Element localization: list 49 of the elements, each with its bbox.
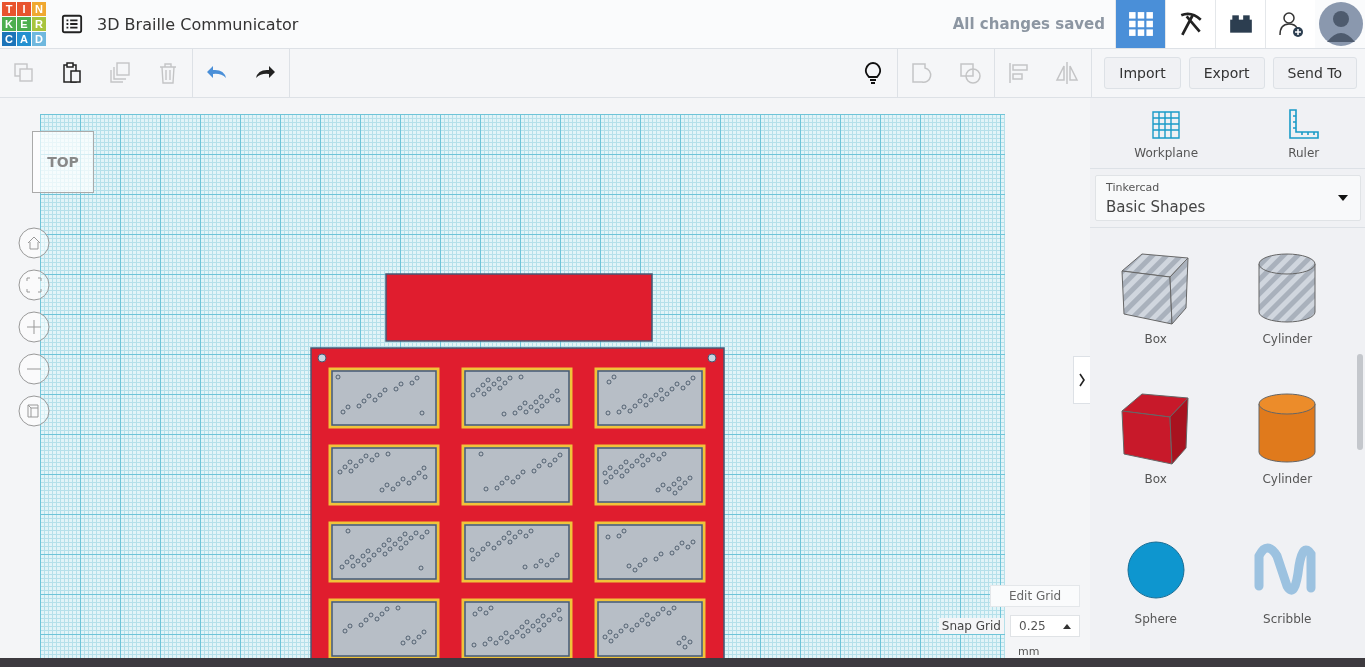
logo-tile: T	[2, 2, 16, 16]
perspective-icon[interactable]	[18, 395, 50, 427]
library-source: Tinkercad	[1106, 180, 1161, 194]
grid-icon	[1127, 11, 1154, 37]
ruler-icon	[1286, 108, 1321, 142]
workplane-grid[interactable]	[40, 114, 1005, 658]
shape-item[interactable]: Scribble	[1221, 522, 1353, 658]
library-select[interactable]: Tinkercad Basic Shapes	[1095, 175, 1361, 221]
caret-icon	[1063, 623, 1071, 629]
logo-tile: K	[2, 17, 16, 31]
collapse-panel-button[interactable]	[1073, 356, 1090, 404]
fit-view-icon[interactable]	[18, 269, 50, 301]
braille-board-drawing[interactable]	[310, 272, 726, 658]
workplane-tool[interactable]: Workplane	[1134, 108, 1198, 160]
zoom-out-icon[interactable]	[18, 353, 50, 385]
dropdown-caret-icon	[1338, 195, 1348, 201]
edit-grid-button[interactable]: Edit Grid	[990, 585, 1080, 607]
snap-unit: mm	[1017, 645, 1041, 658]
action-button[interactable]: Import	[1104, 57, 1181, 89]
logo-tile: C	[2, 32, 16, 46]
home-icon[interactable]	[18, 227, 50, 259]
snap-grid-select[interactable]: 0.25	[1010, 615, 1080, 637]
logo-tile: N	[32, 2, 46, 16]
view-button[interactable]	[1215, 0, 1265, 48]
chevron-icon	[1078, 372, 1086, 388]
action-button[interactable]: Send To	[1272, 57, 1357, 89]
logo-tile: D	[32, 32, 46, 46]
list-icon[interactable]	[61, 13, 83, 35]
snap-grid-label: Snap Grid	[938, 618, 1004, 634]
snap-value: 0.25	[1019, 619, 1046, 633]
add-user-icon[interactable]	[1277, 11, 1304, 37]
logo-tile: I	[17, 2, 31, 16]
zoom-in-icon[interactable]	[18, 311, 50, 343]
shape-item[interactable]: Box	[1090, 382, 1222, 518]
shape-item[interactable]: Sphere	[1090, 522, 1222, 658]
action-button[interactable]: Export	[1188, 57, 1265, 89]
paste-icon[interactable]	[60, 61, 84, 85]
project-title[interactable]: 3D Braille Communicator	[97, 14, 299, 34]
logo-tile: E	[17, 17, 31, 31]
shape-item[interactable]: Cylinder	[1221, 242, 1353, 378]
library-category: Basic Shapes	[1106, 197, 1207, 216]
save-status: All changes saved	[952, 15, 1105, 33]
logo-tile: A	[17, 32, 31, 46]
shape-item[interactable]: Cylinder	[1221, 382, 1353, 518]
logo-tile: R	[32, 17, 46, 31]
avatar-icon[interactable]	[1319, 2, 1363, 46]
view-button[interactable]	[1165, 0, 1215, 48]
shape-item[interactable]: Box	[1090, 242, 1222, 378]
ruler-tool[interactable]: Ruler	[1286, 108, 1321, 160]
